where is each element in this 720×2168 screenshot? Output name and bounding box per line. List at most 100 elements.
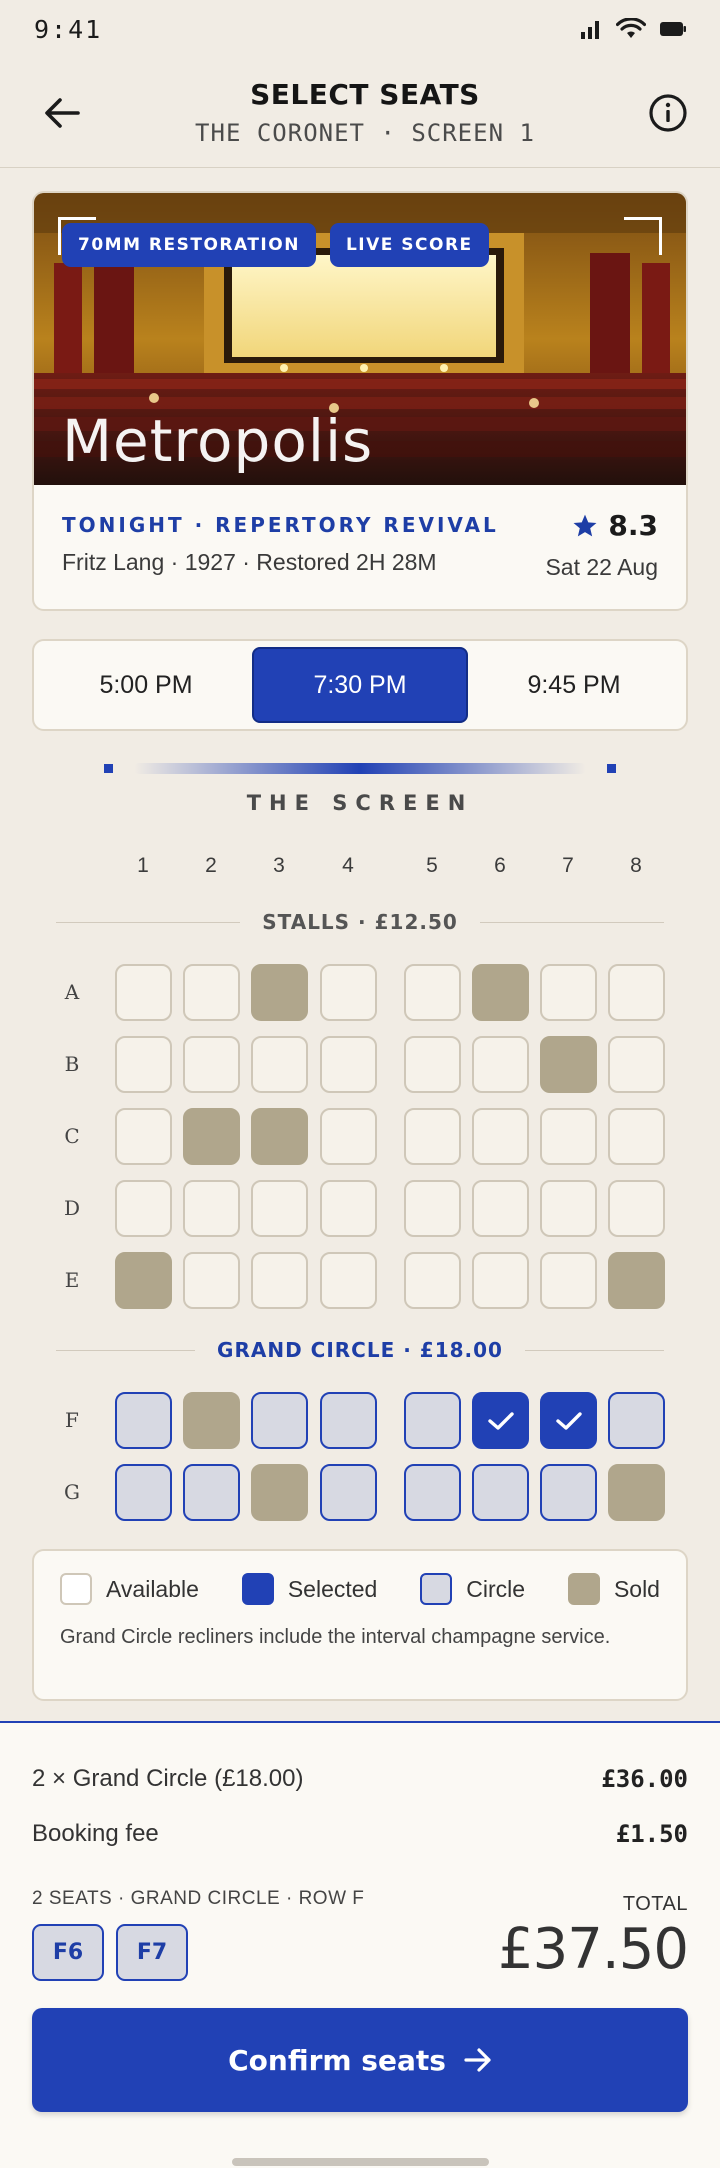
showtime-option[interactable]: 9:45 PM <box>468 647 680 723</box>
seat[interactable] <box>115 1036 172 1093</box>
seat[interactable] <box>183 1036 240 1093</box>
seat[interactable] <box>251 1252 308 1309</box>
back-button[interactable] <box>38 89 86 137</box>
seat-sold <box>540 1036 597 1093</box>
column-number: 7 <box>562 854 574 877</box>
seat[interactable] <box>251 1392 308 1449</box>
legend-swatch-available <box>60 1573 92 1605</box>
seat[interactable] <box>540 1464 597 1521</box>
rating: 8.3 <box>545 509 658 542</box>
seat[interactable] <box>404 964 461 1021</box>
seat[interactable] <box>115 964 172 1021</box>
seat[interactable] <box>472 1108 529 1165</box>
seat[interactable] <box>540 964 597 1021</box>
seat-selected[interactable] <box>472 1392 529 1449</box>
frame-corner-top-right <box>624 217 662 255</box>
seat-selected[interactable] <box>540 1392 597 1449</box>
info-button[interactable] <box>644 89 692 137</box>
seat[interactable] <box>608 1108 665 1165</box>
section-stalls-label: STALLS · £12.50 <box>262 910 458 934</box>
seat[interactable] <box>608 1392 665 1449</box>
seat-sold <box>251 1464 308 1521</box>
divider <box>56 921 241 923</box>
status-icons <box>580 18 686 40</box>
film-card[interactable]: 70MM RESTORATION LIVE SCORE Metropolis T… <box>32 191 688 611</box>
seat-chip[interactable]: F6 <box>32 1924 104 1981</box>
line-item-price: £36.00 <box>601 1765 688 1793</box>
star-icon <box>573 514 597 536</box>
row-label: F <box>65 1408 79 1432</box>
seat[interactable] <box>183 1464 240 1521</box>
seat[interactable] <box>404 1464 461 1521</box>
seat[interactable] <box>251 1036 308 1093</box>
seat[interactable] <box>472 1464 529 1521</box>
seat[interactable] <box>404 1036 461 1093</box>
rating-value: 8.3 <box>608 509 658 542</box>
film-badges: 70MM RESTORATION LIVE SCORE <box>62 223 489 267</box>
column-number: 3 <box>273 854 285 877</box>
arrow-left-icon <box>45 97 80 128</box>
seat[interactable] <box>540 1108 597 1165</box>
seat-sold <box>183 1108 240 1165</box>
seat[interactable] <box>115 1180 172 1237</box>
divider <box>524 1349 664 1351</box>
seat[interactable] <box>115 1464 172 1521</box>
seat[interactable] <box>404 1392 461 1449</box>
seat[interactable] <box>115 1108 172 1165</box>
showtime-option-selected[interactable]: 7:30 PM <box>252 647 468 723</box>
badge-70mm: 70MM RESTORATION <box>62 223 316 267</box>
divider <box>479 921 665 923</box>
seat[interactable] <box>183 964 240 1021</box>
page-title: SELECT SEATS <box>250 78 480 111</box>
section-circle-label: GRAND CIRCLE · £18.00 <box>217 1338 503 1362</box>
seat[interactable] <box>608 964 665 1021</box>
check-icon <box>555 1411 582 1430</box>
seat[interactable] <box>320 1036 377 1093</box>
booking-summary: 2 × Grand Circle (£18.00) £36.00 Booking… <box>0 1721 720 2168</box>
seat[interactable] <box>320 1252 377 1309</box>
row-label: G <box>64 1480 80 1504</box>
legend-sold: Sold <box>567 1573 660 1605</box>
seat[interactable] <box>472 1180 529 1237</box>
seat[interactable] <box>320 1180 377 1237</box>
seat[interactable] <box>320 964 377 1021</box>
film-info: TONIGHT · REPERTORY REVIVAL Fritz Lang ·… <box>34 485 686 581</box>
showtime-option[interactable]: 5:00 PM <box>40 647 252 723</box>
legend-selected: Selected <box>241 1573 377 1605</box>
seat[interactable] <box>320 1392 377 1449</box>
legend-swatch-selected <box>241 1573 274 1605</box>
seat[interactable] <box>404 1180 461 1237</box>
seat-sold <box>608 1252 665 1309</box>
seat[interactable] <box>251 1180 308 1237</box>
seat[interactable] <box>183 1252 240 1309</box>
seat[interactable] <box>183 1180 240 1237</box>
seat[interactable] <box>540 1252 597 1309</box>
seat-chip[interactable]: F7 <box>116 1924 188 1981</box>
fee-price: £1.50 <box>615 1820 688 1848</box>
film-title: Metropolis <box>62 407 374 475</box>
seat-sold <box>472 964 529 1021</box>
seat-sold <box>115 1252 172 1309</box>
legend-swatch-sold <box>567 1573 600 1605</box>
status-bar: 9:41 <box>0 0 720 58</box>
seat[interactable] <box>115 1392 172 1449</box>
screen-label: THE SCREEN <box>246 791 474 815</box>
seat[interactable] <box>404 1108 461 1165</box>
seat[interactable] <box>472 1036 529 1093</box>
confirm-seats-button[interactable]: Confirm seats <box>32 2008 688 2112</box>
seat[interactable] <box>472 1252 529 1309</box>
seat[interactable] <box>320 1464 377 1521</box>
seat[interactable] <box>540 1180 597 1237</box>
seat[interactable] <box>320 1108 377 1165</box>
seat[interactable] <box>404 1252 461 1309</box>
seat[interactable] <box>608 1036 665 1093</box>
legend-available: Available <box>60 1573 199 1605</box>
line-item-label: 2 × Grand Circle (£18.00) <box>32 1765 304 1792</box>
seat[interactable] <box>608 1180 665 1237</box>
showtime-selector: 5:00 PM 7:30 PM 9:45 PM <box>32 639 688 731</box>
home-indicator <box>232 2158 489 2166</box>
wifi-icon <box>616 18 646 38</box>
fee-label: Booking fee <box>32 1820 159 1847</box>
seat-sold <box>251 964 308 1021</box>
row-label: D <box>63 1196 81 1220</box>
